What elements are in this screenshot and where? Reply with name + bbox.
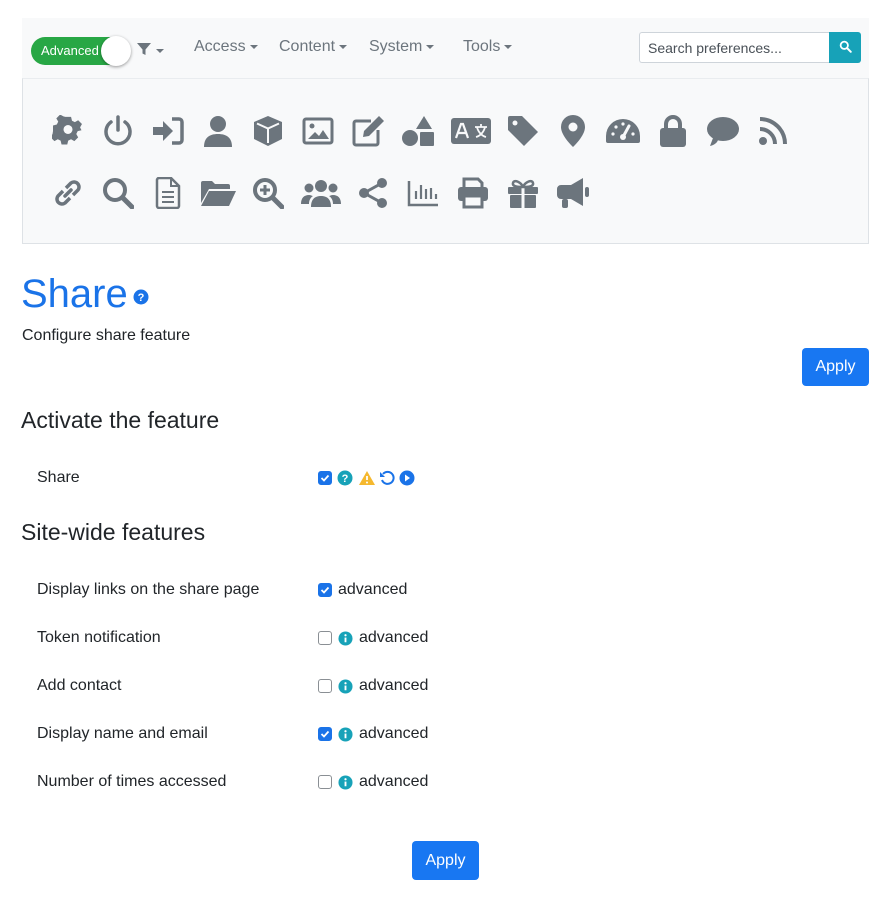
cube-icon[interactable] <box>250 113 286 149</box>
top-navbar: Advanced Access Content System Tools <box>22 18 869 78</box>
add-contact-checkbox[interactable] <box>318 679 332 693</box>
section-title-activate: Activate the feature <box>21 407 220 433</box>
zoom-in-icon[interactable] <box>250 175 286 211</box>
search-button[interactable] <box>829 32 861 63</box>
section-title-sitewide: Site-wide features <box>21 519 206 545</box>
play-icon[interactable] <box>399 470 415 486</box>
page-description: Configure share feature <box>22 327 191 344</box>
print-icon[interactable] <box>455 175 491 211</box>
advanced-tag: advanced <box>359 725 429 742</box>
gear-icon[interactable] <box>50 113 86 149</box>
search-icon[interactable] <box>100 175 136 211</box>
display-links-checkbox[interactable] <box>318 583 332 597</box>
page-title: Share <box>21 272 128 316</box>
pref-label-add-contact: Add contact <box>37 677 122 694</box>
apply-button-bottom[interactable]: Apply <box>412 841 479 880</box>
menu-content[interactable]: Content <box>279 38 348 56</box>
help-icon[interactable]: ? <box>337 470 353 486</box>
svg-text:?: ? <box>342 473 349 485</box>
users-icon[interactable] <box>300 175 342 211</box>
link-icon[interactable] <box>50 175 86 211</box>
menu-system[interactable]: System <box>369 38 435 56</box>
file-icon[interactable] <box>150 175 186 211</box>
pref-control-share: ? <box>318 469 415 487</box>
token-notification-checkbox[interactable] <box>318 631 332 645</box>
help-icon[interactable]: ? <box>133 289 149 310</box>
pref-label-times-accessed: Number of times accessed <box>37 773 227 790</box>
chevron-down-icon <box>156 49 164 53</box>
filter-dropdown[interactable] <box>136 40 172 62</box>
chart-icon[interactable] <box>405 175 441 211</box>
rss-icon[interactable] <box>755 113 791 149</box>
power-icon[interactable] <box>100 113 136 149</box>
admin-icon-panel <box>22 78 869 244</box>
user-icon[interactable] <box>200 113 236 149</box>
toggle-knob <box>101 36 131 66</box>
info-icon[interactable] <box>338 774 353 790</box>
pref-label-display-name-email: Display name and email <box>37 725 208 742</box>
reset-icon[interactable] <box>379 470 395 486</box>
gift-icon[interactable] <box>505 175 541 211</box>
filter-icon <box>136 41 152 62</box>
search-input[interactable] <box>639 32 829 63</box>
advanced-toggle[interactable]: Advanced <box>31 36 131 66</box>
svg-text:?: ? <box>138 292 145 304</box>
info-icon[interactable] <box>338 726 353 742</box>
edit-icon[interactable] <box>350 113 386 149</box>
pref-label-token-notification: Token notification <box>37 629 161 646</box>
sign-in-icon[interactable] <box>150 113 186 149</box>
times-accessed-checkbox[interactable] <box>318 775 332 789</box>
pref-control-times-accessed: advanced <box>318 773 428 791</box>
info-icon[interactable] <box>338 630 353 646</box>
menu-access-label: Access <box>194 38 246 55</box>
menu-tools[interactable]: Tools <box>463 38 513 56</box>
chevron-down-icon <box>504 44 513 49</box>
pref-label-share: Share <box>37 469 80 486</box>
comment-icon[interactable] <box>705 113 741 149</box>
info-icon[interactable] <box>338 678 353 694</box>
chevron-down-icon <box>339 44 348 49</box>
tachometer-icon[interactable] <box>605 113 641 149</box>
lock-icon[interactable] <box>655 113 691 149</box>
advanced-tag: advanced <box>359 629 429 646</box>
menu-content-label: Content <box>279 38 336 55</box>
tag-icon[interactable] <box>505 113 541 149</box>
pref-label-display-links: Display links on the share page <box>37 581 260 598</box>
pref-control-token-notification: advanced <box>318 629 428 647</box>
shapes-icon[interactable] <box>400 113 436 149</box>
image-icon[interactable] <box>300 113 336 149</box>
apply-button-top[interactable]: Apply <box>802 348 869 386</box>
share-icon[interactable] <box>355 175 391 211</box>
menu-tools-label: Tools <box>463 38 501 55</box>
pref-control-display-name-email: advanced <box>318 725 428 743</box>
menu-access[interactable]: Access <box>194 38 258 56</box>
pref-control-display-links: advanced <box>318 581 407 599</box>
chevron-down-icon <box>426 44 435 49</box>
advanced-tag: advanced <box>359 677 429 694</box>
pref-control-add-contact: advanced <box>318 677 428 695</box>
advanced-tag: advanced <box>338 581 408 598</box>
advanced-tag: advanced <box>359 773 429 790</box>
share-checkbox[interactable] <box>318 471 332 485</box>
folder-open-icon[interactable] <box>200 175 236 211</box>
menu-system-label: System <box>369 38 423 55</box>
warning-icon[interactable] <box>358 470 376 486</box>
map-marker-icon[interactable] <box>555 113 591 149</box>
bullhorn-icon[interactable] <box>555 175 591 211</box>
search-form <box>639 32 861 63</box>
language-icon[interactable] <box>450 113 492 149</box>
advanced-toggle-label: Advanced <box>41 43 99 58</box>
search-icon <box>839 40 852 56</box>
chevron-down-icon <box>249 44 258 49</box>
display-name-email-checkbox[interactable] <box>318 727 332 741</box>
